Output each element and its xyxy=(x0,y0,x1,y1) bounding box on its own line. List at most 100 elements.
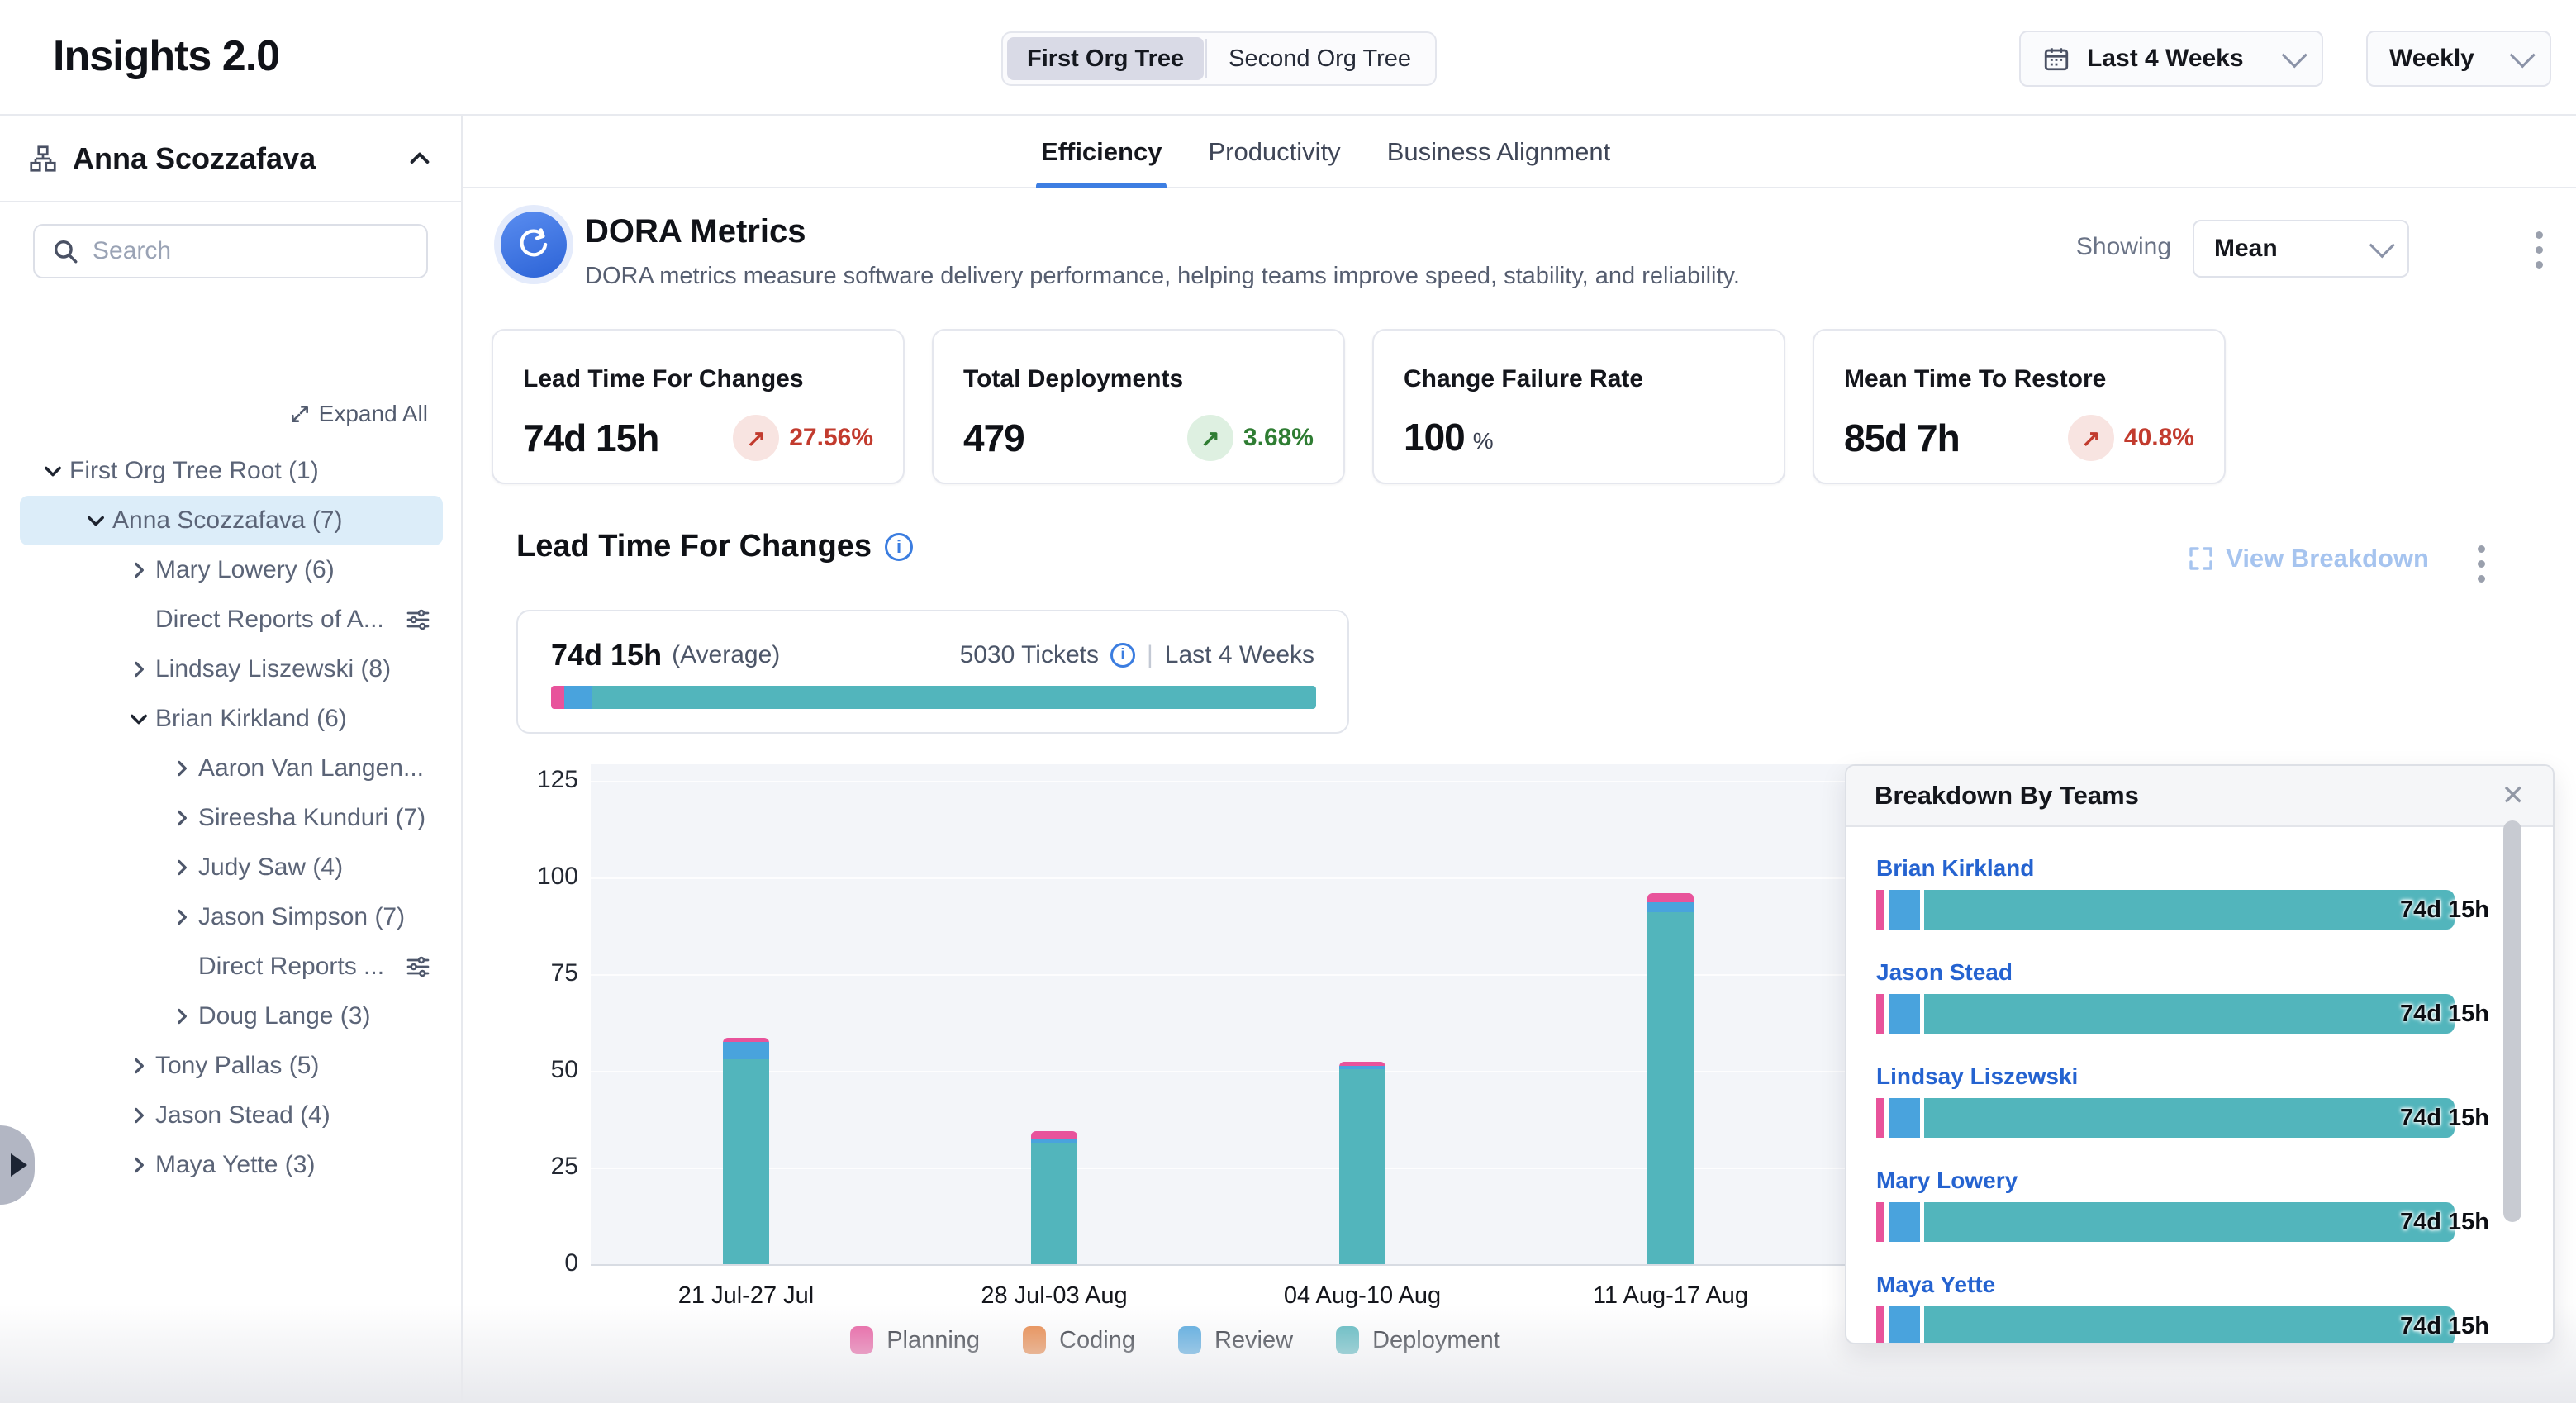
y-tick-label: 100 xyxy=(487,863,578,891)
metric-card-value-row: 100% xyxy=(1404,415,1754,459)
legend-swatch xyxy=(1178,1326,1201,1354)
chevron-down-icon[interactable] xyxy=(79,504,112,537)
dora-menu-button[interactable] xyxy=(2536,231,2543,269)
tree-item-label: Lindsay Liszewski (8) xyxy=(155,655,391,683)
chevron-right-icon[interactable] xyxy=(122,554,155,587)
lead-time-summary-card: 74d 15h (Average) 5030 Tickets i | Last … xyxy=(516,610,1349,734)
metric-delta: ↗27.56% xyxy=(733,415,873,461)
dora-metrics-icon xyxy=(494,205,573,284)
close-icon[interactable]: ✕ xyxy=(2502,782,2526,810)
team-link[interactable]: Lindsay Liszewski xyxy=(1876,1063,2523,1090)
bar-segment-review xyxy=(1647,902,1694,912)
tree-item[interactable]: Mary Lowery (6) xyxy=(20,545,443,595)
date-range-select[interactable]: Last 4 Weeks xyxy=(2019,31,2323,87)
summary-value: 74d 15h xyxy=(551,638,662,673)
stacked-bar-1[interactable] xyxy=(723,1038,769,1264)
chevron-right-icon[interactable] xyxy=(165,801,198,835)
stacked-bar-3[interactable] xyxy=(1339,1062,1385,1264)
view-breakdown-button[interactable]: View Breakdown xyxy=(2188,544,2429,573)
tree-item[interactable]: Tony Pallas (5) xyxy=(20,1041,443,1091)
chevron-down-icon[interactable] xyxy=(122,702,155,735)
chevron-up-icon[interactable] xyxy=(406,145,433,172)
tree-item[interactable]: Doug Lange (3) xyxy=(20,992,443,1041)
team-stacked-bar: 74d 15h xyxy=(1876,1098,2455,1138)
tab-productivity[interactable]: Productivity xyxy=(1208,116,1340,188)
period-label: Last 4 Weeks xyxy=(1165,641,1314,669)
granularity-select[interactable]: Weekly xyxy=(2366,31,2551,87)
legend-item-deployment: Deployment xyxy=(1336,1326,1500,1354)
bar-segment-review xyxy=(1889,1306,1920,1344)
tree-item[interactable]: Sireesha Kunduri (7) xyxy=(20,793,443,843)
metric-card-value-row: 85d 7h↗40.8% xyxy=(1844,415,2194,461)
breakdown-row: Maya Yette 74d 15h xyxy=(1876,1272,2523,1344)
caret-spacer xyxy=(165,950,198,983)
filter-sliders-icon[interactable] xyxy=(405,606,431,633)
tree-item[interactable]: Direct Reports ... xyxy=(20,942,443,992)
chevron-right-icon[interactable] xyxy=(165,752,198,785)
team-link[interactable]: Jason Stead xyxy=(1876,959,2523,986)
chevron-right-icon[interactable] xyxy=(122,1049,155,1082)
expand-all-button[interactable]: Expand All xyxy=(289,401,428,427)
dora-section-description: DORA metrics measure software delivery p… xyxy=(585,263,1740,290)
tab-efficiency[interactable]: Efficiency xyxy=(1041,116,1162,188)
tree-item[interactable]: Judy Saw (4) xyxy=(20,843,443,892)
sidebar-header[interactable]: Anna Scozzafava xyxy=(0,116,461,202)
team-link[interactable]: Brian Kirkland xyxy=(1876,855,2523,882)
toggle-second-org-tree[interactable]: Second Org Tree xyxy=(1209,37,1431,80)
team-value-label: 74d 15h xyxy=(2400,1105,2489,1132)
metric-card-value-row: 479↗3.68% xyxy=(963,415,1314,461)
tab-label: Efficiency xyxy=(1041,137,1162,167)
team-stacked-bar: 74d 15h xyxy=(1876,890,2455,930)
search-input[interactable] xyxy=(93,237,410,265)
tree-item[interactable]: Anna Scozzafava (7) xyxy=(20,496,443,545)
metric-card-title: Change Failure Rate xyxy=(1404,365,1754,393)
active-tab-underline xyxy=(1036,183,1167,188)
info-icon[interactable]: i xyxy=(1110,643,1135,668)
chevron-right-icon[interactable] xyxy=(122,653,155,686)
breakdown-panel-body: Brian Kirkland 74d 15h Jason Stead 74d 15h L… xyxy=(1846,827,2553,1344)
filter-sliders-icon[interactable] xyxy=(405,954,431,980)
y-tick-label: 125 xyxy=(487,766,578,794)
stacked-bar-4[interactable] xyxy=(1647,893,1694,1264)
team-value-label: 74d 15h xyxy=(2400,1313,2489,1340)
team-link[interactable]: Maya Yette xyxy=(1876,1272,2523,1298)
breakdown-panel-header: Breakdown By Teams ✕ xyxy=(1846,766,2553,827)
chevron-right-icon[interactable] xyxy=(165,901,198,934)
team-link[interactable]: Mary Lowery xyxy=(1876,1168,2523,1194)
metric-card-value: 85d 7h xyxy=(1844,416,1960,460)
tree-item[interactable]: Lindsay Liszewski (8) xyxy=(20,644,443,694)
aggregation-select[interactable]: Mean xyxy=(2193,220,2409,278)
tree-item[interactable]: Jason Simpson (7) xyxy=(20,892,443,942)
tab-business-alignment[interactable]: Business Alignment xyxy=(1387,116,1611,188)
tree-item[interactable]: Aaron Van Langen... xyxy=(20,744,443,793)
tree-item[interactable]: Maya Yette (3) xyxy=(20,1140,443,1190)
team-stacked-bar: 74d 15h xyxy=(1876,1306,2455,1344)
chevron-right-icon[interactable] xyxy=(165,851,198,884)
tree-item[interactable]: Direct Reports of A... xyxy=(20,595,443,644)
metric-card-value: 479 xyxy=(963,416,1024,460)
chevron-down-icon xyxy=(2282,42,2307,68)
lead-time-menu-button[interactable] xyxy=(2478,545,2485,583)
tree-item-label: Direct Reports of A... xyxy=(155,606,384,634)
toggle-first-org-tree[interactable]: First Org Tree xyxy=(1007,37,1204,80)
tree-item[interactable]: Jason Stead (4) xyxy=(20,1091,443,1140)
breakdown-row: Brian Kirkland 74d 15h xyxy=(1876,855,2523,930)
legend-label: Deployment xyxy=(1372,1327,1500,1354)
tree-item[interactable]: Brian Kirkland (6) xyxy=(20,694,443,744)
trend-up-icon: ↗ xyxy=(1187,415,1233,461)
info-icon[interactable]: i xyxy=(885,533,913,561)
bar-segment-review xyxy=(1889,994,1920,1034)
lead-time-title: Lead Time For Changes xyxy=(516,529,872,564)
chevron-right-icon[interactable] xyxy=(122,1099,155,1132)
tree-item-label: Maya Yette (3) xyxy=(155,1151,315,1179)
tree-item-label: Sireesha Kunduri (7) xyxy=(198,804,425,832)
summary-bar-segment-planning xyxy=(551,686,564,709)
sidebar-owner-name: Anna Scozzafava xyxy=(73,141,316,176)
chevron-down-icon[interactable] xyxy=(36,454,69,487)
tree-item[interactable]: First Org Tree Root (1) xyxy=(20,446,443,496)
panel-scrollbar[interactable] xyxy=(2503,820,2521,1222)
chevron-right-icon[interactable] xyxy=(165,1000,198,1033)
stacked-bar-2[interactable] xyxy=(1031,1131,1077,1264)
x-axis-label: 28 Jul-03 Aug xyxy=(930,1282,1178,1310)
chevron-right-icon[interactable] xyxy=(122,1149,155,1182)
